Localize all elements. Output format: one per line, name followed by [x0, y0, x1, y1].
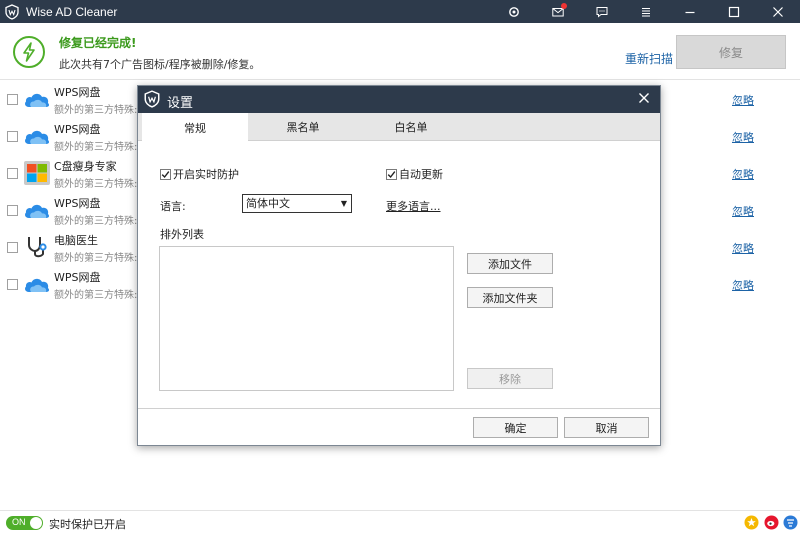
maximize-icon[interactable]: [712, 0, 756, 23]
app-description: 额外的第三方特殊:: [54, 179, 138, 190]
item-checkbox[interactable]: [7, 279, 18, 290]
status-header: 修复已经完成! 此次共有7个广告图标/程序被删除/修复。 重新扫描 修复: [0, 23, 800, 80]
tab-general[interactable]: 常规: [142, 113, 248, 142]
app-name: WPS网盘: [54, 123, 101, 136]
app-name: WPS网盘: [54, 86, 101, 99]
ignore-link[interactable]: 忽略: [732, 129, 754, 145]
app-title: Wise AD Cleaner: [26, 4, 118, 19]
dropdown-arrow-icon: ▼: [340, 199, 347, 208]
tab-whitelist[interactable]: 白名单: [358, 113, 464, 141]
menu-icon[interactable]: [624, 0, 668, 23]
check-mark-icon: [161, 170, 170, 178]
item-checkbox[interactable]: [7, 242, 18, 253]
close-icon[interactable]: [756, 0, 800, 23]
cloud-icon: [25, 204, 50, 218]
settings-dialog: 设置 常规 黑名单 白名单 开启实时防护 自动更新 语言: 简体中文 ▼ 更多语…: [137, 85, 661, 446]
social-share-icon[interactable]: [783, 515, 798, 530]
minimize-icon[interactable]: [668, 0, 712, 23]
language-label: 语言:: [160, 200, 186, 213]
exclusion-list-label: 排外列表: [160, 228, 204, 241]
ignore-link[interactable]: 忽略: [732, 166, 754, 182]
app-description: 额外的第三方特殊:: [54, 290, 138, 301]
status-bolt-icon: [13, 36, 45, 68]
star-icon[interactable]: [744, 515, 759, 530]
ignore-link[interactable]: 忽略: [732, 240, 754, 256]
app-description: 额外的第三方特殊:: [54, 105, 138, 116]
mail-icon[interactable]: [536, 0, 580, 23]
language-value: 简体中文: [246, 197, 290, 210]
cloud-icon: [25, 93, 50, 107]
dialog-close-icon[interactable]: [638, 92, 650, 104]
app-name: C盘瘦身专家: [54, 160, 117, 173]
dialog-footer: 确定 取消: [138, 408, 660, 445]
realtime-protection-toggle[interactable]: ON: [6, 516, 43, 530]
realtime-protection-label: 开启实时防护: [173, 168, 239, 181]
app-name: WPS网盘: [54, 197, 101, 210]
status-description: 此次共有7个广告图标/程序被删除/修复。: [59, 58, 261, 71]
ignore-link[interactable]: 忽略: [732, 277, 754, 293]
toggle-knob: [30, 517, 42, 529]
auto-update-checkbox[interactable]: 自动更新: [386, 166, 443, 182]
app-name: 电脑医生: [54, 234, 98, 247]
ok-button[interactable]: 确定: [473, 417, 558, 438]
title-bar: Wise AD Cleaner: [0, 0, 800, 23]
repair-button[interactable]: 修复: [676, 35, 786, 69]
app-description: 额外的第三方特殊:: [54, 142, 138, 153]
cloud-icon: [25, 130, 50, 144]
more-languages-link[interactable]: 更多语言...: [386, 198, 441, 214]
exclusion-list[interactable]: [159, 246, 454, 391]
tab-blacklist[interactable]: 黑名单: [250, 113, 356, 141]
remove-button[interactable]: 移除: [467, 368, 553, 389]
dialog-title-bar: 设置: [138, 86, 660, 113]
language-select[interactable]: 简体中文 ▼: [242, 194, 352, 213]
checkbox-box: [160, 168, 171, 180]
settings-gear-icon[interactable]: [492, 0, 536, 23]
stethoscope-icon: [28, 237, 47, 258]
dialog-title: 设置: [167, 96, 194, 111]
dialog-logo-icon: [144, 90, 160, 108]
toggle-on-label: ON: [12, 517, 26, 527]
feedback-icon[interactable]: [580, 0, 624, 23]
ignore-link[interactable]: 忽略: [732, 92, 754, 108]
status-footer: ON 实时保护已开启: [0, 510, 800, 533]
windows-icon: [24, 161, 50, 185]
protection-status-text: 实时保护已开启: [49, 518, 126, 531]
add-folder-button[interactable]: 添加文件夹: [467, 287, 553, 308]
cancel-button[interactable]: 取消: [564, 417, 649, 438]
item-checkbox[interactable]: [7, 94, 18, 105]
cloud-icon: [25, 278, 50, 292]
realtime-protection-checkbox[interactable]: 开启实时防护: [160, 166, 239, 182]
app-name: WPS网盘: [54, 271, 101, 284]
check-mark-icon: [387, 170, 396, 178]
item-checkbox[interactable]: [7, 131, 18, 142]
checkbox-box: [386, 168, 397, 180]
rescan-link[interactable]: 重新扫描: [625, 50, 673, 67]
settings-tabs: 常规 黑名单 白名单: [138, 113, 660, 142]
app-description: 额外的第三方特殊:: [54, 216, 138, 227]
dialog-body: 开启实时防护 自动更新 语言: 简体中文 ▼ 更多语言... 排外列表 添加文件…: [138, 142, 660, 408]
auto-update-label: 自动更新: [399, 168, 443, 181]
status-title: 修复已经完成!: [59, 36, 137, 50]
item-checkbox[interactable]: [7, 205, 18, 216]
item-checkbox[interactable]: [7, 168, 18, 179]
ignore-link[interactable]: 忽略: [732, 203, 754, 219]
weibo-icon[interactable]: [764, 515, 779, 530]
app-description: 额外的第三方特殊:: [54, 253, 138, 264]
add-file-button[interactable]: 添加文件: [467, 253, 553, 274]
notification-badge: [561, 3, 567, 9]
app-logo-icon: [5, 3, 19, 20]
